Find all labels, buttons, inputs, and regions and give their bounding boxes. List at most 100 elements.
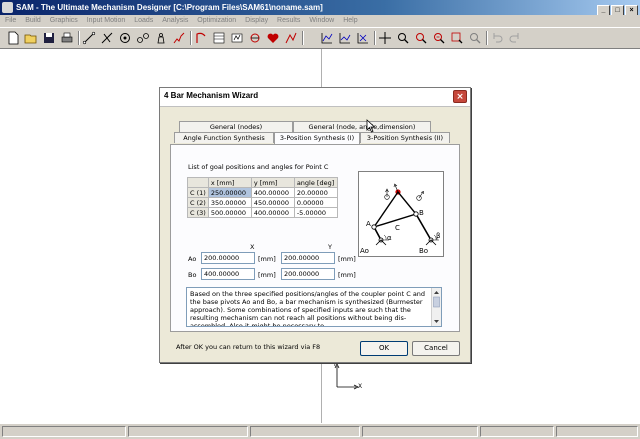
label-alpha: α [387, 234, 392, 242]
description-scrollbar[interactable] [431, 288, 441, 326]
scroll-arrows-icon [433, 291, 440, 323]
tracking-icon[interactable] [248, 31, 262, 45]
table-cell[interactable]: 400.00000 [250, 207, 295, 218]
bo-y-input[interactable]: 200.00000 [281, 268, 335, 280]
wizard-dialog: 4 Bar Mechanism Wizard × General (nodes)… [159, 87, 471, 363]
table-row: C (2) 350.00000 450.00000 0.00000 [187, 197, 338, 208]
row-header: C (3) [187, 207, 209, 218]
ao-x-input[interactable]: 200.00000 [201, 252, 255, 264]
open-icon[interactable] [24, 31, 38, 45]
toolbar [0, 28, 640, 49]
menu-input-motion[interactable]: Input Motion [87, 17, 126, 24]
zoom-out-icon[interactable] [414, 31, 428, 45]
menu-loads[interactable]: Loads [134, 17, 153, 24]
table-row: C (3) 500.00000 400.00000 -5.00000 [187, 207, 338, 218]
unit-label: [mm] [338, 255, 356, 263]
axis-x-label: X [358, 383, 363, 390]
goal-positions-label: List of goal positions and angles for Po… [188, 163, 329, 171]
zoom-icon[interactable] [396, 31, 410, 45]
chart-icon[interactable] [338, 31, 352, 45]
table-cell[interactable]: 350.00000 [207, 197, 252, 208]
tab-3-position-synthesis-1[interactable]: 3-Position Synthesis (I) [274, 132, 360, 144]
tab-general-nodes[interactable]: General (nodes) [179, 121, 293, 132]
chart-plus-icon[interactable] [356, 31, 370, 45]
run-icon[interactable] [230, 31, 244, 45]
redo-icon[interactable] [508, 31, 522, 45]
zoom-prev-icon[interactable] [468, 31, 482, 45]
table-icon[interactable] [212, 31, 226, 45]
optimize-icon[interactable] [284, 31, 298, 45]
table-cell[interactable]: 500.00000 [207, 207, 252, 218]
status-segment [128, 426, 248, 437]
table-cell[interactable]: -5.00000 [293, 207, 338, 218]
four-bar-linkage-icon [371, 183, 439, 246]
app-title-bar: SAM - The Ultimate Mechanism Designer [C… [0, 0, 640, 16]
status-segment [480, 426, 554, 437]
menu-display[interactable]: Display [245, 17, 268, 24]
chart-xy-icon[interactable] [320, 31, 334, 45]
status-segment [362, 426, 478, 437]
zoom-window-icon[interactable] [432, 31, 446, 45]
toolbar-separator [486, 31, 488, 45]
tab-general-node-angle-dimension[interactable]: General (node, angle,dimension) [293, 121, 431, 132]
print-icon[interactable] [60, 31, 74, 45]
new-icon[interactable] [6, 31, 20, 45]
table-cell[interactable]: 250.00000 [207, 187, 252, 198]
unit-label: [mm] [338, 271, 356, 279]
status-bar [0, 423, 640, 439]
table-header-y: y [mm] [250, 177, 295, 188]
row-header: C (2) [187, 197, 209, 208]
label-bo: Bo [419, 247, 429, 255]
save-icon[interactable] [42, 31, 56, 45]
table-cell[interactable]: 20.00000 [293, 187, 338, 198]
menu-graphics[interactable]: Graphics [50, 17, 78, 24]
cancel-button[interactable]: Cancel [412, 341, 460, 356]
app-title: SAM - The Ultimate Mechanism Designer [C… [16, 3, 323, 12]
gear-icon[interactable] [118, 31, 132, 45]
pivot-x-header: X [250, 243, 255, 251]
table-cell[interactable]: 450.00000 [250, 197, 295, 208]
tab-angle-function-synthesis[interactable]: Angle Function Synthesis [174, 132, 274, 143]
zoom-all-icon[interactable] [450, 31, 464, 45]
status-segment [250, 426, 360, 437]
row-header: C (1) [187, 187, 209, 198]
description-text[interactable]: Based on the three specified positions/a… [186, 287, 442, 327]
menu-analysis[interactable]: Analysis [162, 17, 188, 24]
spring-icon[interactable] [172, 31, 186, 45]
menu-file[interactable]: File [5, 17, 16, 24]
menu-bar: File Build Graphics Input Motion Loads A… [0, 15, 640, 27]
weight-icon[interactable] [154, 31, 168, 45]
menu-window[interactable]: Window [309, 17, 334, 24]
mouse-cursor-icon [366, 119, 376, 133]
description-content: Based on the three specified positions/a… [190, 290, 426, 327]
table-cell[interactable]: 400.00000 [250, 187, 295, 198]
dialog-close-button[interactable]: × [453, 90, 467, 103]
toolbar-separator [374, 31, 376, 45]
dialog-title: 4 Bar Mechanism Wizard [164, 91, 259, 100]
ao-y-input[interactable]: 200.00000 [281, 252, 335, 264]
status-segment [556, 426, 638, 437]
beam-icon[interactable] [82, 31, 96, 45]
menu-help[interactable]: Help [343, 17, 357, 24]
mechanism-diagram: Ao Bo A B C α β [358, 171, 444, 257]
menu-results[interactable]: Results [277, 17, 300, 24]
undo-icon[interactable] [490, 31, 504, 45]
fit-icon[interactable] [378, 31, 392, 45]
slider-icon[interactable] [100, 31, 114, 45]
unit-label: [mm] [258, 255, 276, 263]
table-row: C (1) 250.00000 400.00000 20.00000 [187, 187, 338, 198]
input-motion-icon[interactable] [194, 31, 208, 45]
table-cell[interactable]: 0.00000 [293, 197, 338, 208]
belt-icon[interactable] [136, 31, 150, 45]
bo-x-input[interactable]: 400.00000 [201, 268, 255, 280]
ok-button[interactable]: OK [360, 341, 408, 356]
menu-optimization[interactable]: Optimization [197, 17, 236, 24]
status-segment [2, 426, 126, 437]
toolbar-separator [190, 31, 192, 45]
goal-positions-table: x [mm] y [mm] angle [deg] C (1) 250.0000… [187, 177, 338, 218]
pivot-bo-label: Bo [188, 271, 197, 279]
heart-icon[interactable] [266, 31, 280, 45]
menu-build[interactable]: Build [25, 17, 41, 24]
unit-label: [mm] [258, 271, 276, 279]
app-icon [2, 2, 13, 13]
